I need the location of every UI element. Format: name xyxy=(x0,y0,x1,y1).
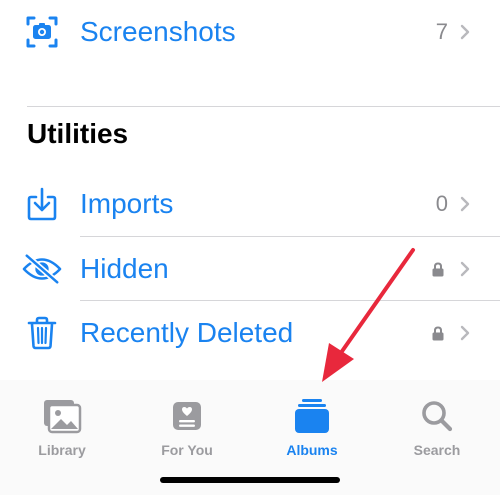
photos-icon xyxy=(2,396,122,436)
import-icon xyxy=(22,184,62,224)
tab-for-you[interactable]: For You xyxy=(127,396,247,466)
tab-albums[interactable]: Albums xyxy=(252,396,372,466)
chevron-right-icon xyxy=(460,196,470,217)
album-count-screenshots: 7 xyxy=(435,19,448,44)
section-divider xyxy=(27,106,500,107)
utility-row-imports[interactable]: Imports 0 xyxy=(0,172,500,236)
home-indicator xyxy=(160,477,340,483)
utility-row-hidden[interactable]: Hidden xyxy=(0,237,500,301)
album-row-screenshots[interactable]: Screenshots 7 xyxy=(0,0,500,64)
utility-label-hidden: Hidden xyxy=(80,253,169,284)
tab-label-search: Search xyxy=(413,442,461,458)
lock-icon xyxy=(432,326,444,346)
tab-label-for-you: For You xyxy=(161,442,213,458)
section-title-utilities: Utilities xyxy=(27,118,129,149)
chevron-right-icon xyxy=(460,325,470,346)
eye-slash-icon xyxy=(22,249,62,289)
screenshot-icon xyxy=(22,12,62,52)
albums-icon xyxy=(252,396,372,436)
utility-row-recently-deleted[interactable]: Recently Deleted xyxy=(0,301,500,365)
album-label-screenshots: Screenshots xyxy=(80,16,236,47)
search-icon xyxy=(377,396,497,436)
for-you-icon xyxy=(127,396,247,436)
tab-label-albums: Albums xyxy=(286,442,338,458)
tab-label-library: Library xyxy=(38,442,86,458)
utility-label-recently-deleted: Recently Deleted xyxy=(80,317,294,348)
trash-icon xyxy=(22,313,62,353)
chevron-right-icon xyxy=(460,24,470,45)
chevron-right-icon xyxy=(460,261,470,282)
utility-label-imports: Imports xyxy=(80,188,174,219)
tab-library[interactable]: Library xyxy=(2,396,122,466)
lock-icon xyxy=(432,262,444,282)
utility-count-imports: 0 xyxy=(435,191,448,216)
tab-search[interactable]: Search xyxy=(377,396,497,466)
